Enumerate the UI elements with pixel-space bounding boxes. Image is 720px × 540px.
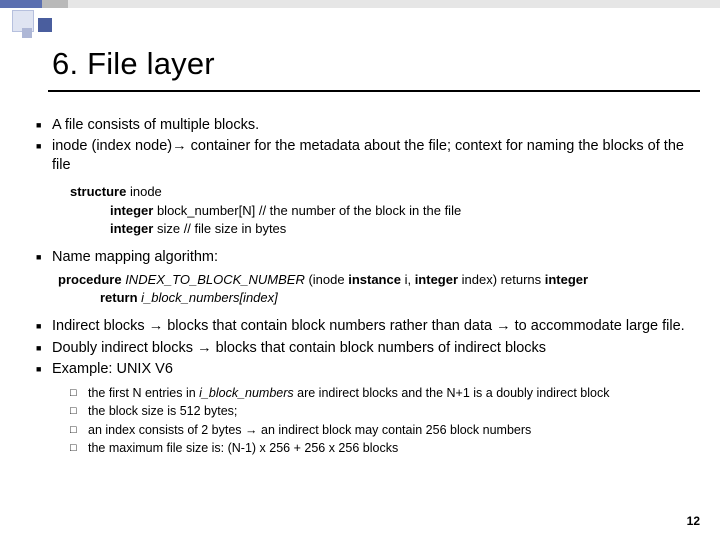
bullet-square-icon: ■ [36,317,52,336]
bullet-text: Example: UNIX V6 [52,360,696,379]
arrow-icon: → [149,318,164,334]
bullet-item: ■ Name mapping algorithm: [36,248,696,267]
bullet-text: Indirect blocks → blocks that contain bl… [52,317,696,336]
title-underline [48,90,700,92]
bullet-hollow-square-icon: □ [70,403,88,420]
keyword: integer [545,272,588,287]
slide-title: 6. File layer [52,46,215,82]
text-frag: (inode [308,272,348,287]
deco-square-mid [22,28,32,38]
slide: 6. File layer ■ A file consists of multi… [0,0,720,540]
accent-seg-grey [42,0,68,8]
corner-decoration-icon [0,8,72,44]
bullet-item: ■ Doubly indirect blocks → blocks that c… [36,339,696,358]
sub-bullet-text: the maximum file size is: (N-1) x 256 + … [88,440,696,457]
arrow-icon: → [172,138,187,154]
arrow-icon: → [496,318,511,334]
slide-body: ■ A file consists of multiple blocks. ■ … [36,116,696,459]
code-line: return i_block_numbers[index] [58,289,696,307]
top-accent-bar [0,0,720,8]
keyword: return [100,290,138,305]
arrow-icon: → [245,423,258,437]
code-line: integer block_number[N] // the number of… [70,202,696,220]
bullet-square-icon: ■ [36,339,52,358]
accent-seg-light [68,0,720,8]
page-number: 12 [687,514,700,528]
accent-seg-blue [0,0,42,8]
bullet-square-icon: ■ [36,116,52,135]
code-block-structure: structure inode integer block_number[N] … [70,183,696,238]
text-frag: to accommodate large file. [511,318,685,334]
code-block-procedure: procedure INDEX_TO_BLOCK_NUMBER (inode i… [58,271,696,307]
text-frag: block_number[N] [153,203,259,218]
text-frag: blocks that contain block numbers rather… [163,318,496,334]
code-line: procedure INDEX_TO_BLOCK_NUMBER (inode i… [58,271,696,289]
comment: // file size in bytes [184,221,287,236]
sub-bullet-item: □ the maximum file size is: (N-1) x 256 … [70,440,696,457]
text-frag: inode (index node) [52,138,172,154]
sub-bullet-text: an index consists of 2 bytes → an indire… [88,422,696,439]
bullet-item: ■ inode (index node)→ container for the … [36,137,696,175]
bullet-hollow-square-icon: □ [70,422,88,439]
bullet-square-icon: ■ [36,360,52,379]
bullet-item: ■ A file consists of multiple blocks. [36,116,696,135]
sub-bullet-item: □ the first N entries in i_block_numbers… [70,385,696,402]
keyword: integer [110,203,153,218]
text-frag: are indirect blocks and the N+1 is a dou… [294,386,610,400]
text-frag: index) returns [458,272,545,287]
bullet-item: ■ Example: UNIX V6 [36,360,696,379]
keyword: structure [70,184,126,199]
text-frag: i_block_numbers[index] [138,290,278,305]
code-line: integer size // file size in bytes [70,220,696,238]
sub-bullet-text: the first N entries in i_block_numbers a… [88,385,696,402]
bullet-text: inode (index node)→ container for the me… [52,137,696,175]
bullet-hollow-square-icon: □ [70,440,88,457]
bullet-hollow-square-icon: □ [70,385,88,402]
bullet-square-icon: ■ [36,248,52,267]
keyword: instance [348,272,401,287]
sub-bullet-text: the block size is 512 bytes; [88,403,696,420]
text-frag: blocks that contain block numbers of ind… [212,340,546,356]
keyword: integer [415,272,458,287]
text-frag: Doubly indirect blocks [52,340,197,356]
bullet-item: ■ Indirect blocks → blocks that contain … [36,317,696,336]
sub-bullet-item: □ the block size is 512 bytes; [70,403,696,420]
text-frag: the first N entries in [88,386,199,400]
text-frag: an indirect block may contain 256 block … [258,423,532,437]
bullet-text: A file consists of multiple blocks. [52,116,696,135]
code-line: structure inode [70,183,696,201]
text-frag: i_block_numbers [199,386,294,400]
proc-name: INDEX_TO_BLOCK_NUMBER [122,272,309,287]
sub-bullet-list: □ the first N entries in i_block_numbers… [70,385,696,457]
text-frag: an index consists of 2 bytes [88,423,245,437]
text-frag: inode [126,184,161,199]
text-frag: Indirect blocks [52,318,149,334]
bullet-text: Name mapping algorithm: [52,248,696,267]
text-frag: i, [401,272,415,287]
arrow-icon: → [197,340,212,356]
sub-bullet-item: □ an index consists of 2 bytes → an indi… [70,422,696,439]
bullet-text: Doubly indirect blocks → blocks that con… [52,339,696,358]
deco-square-dark [38,18,52,32]
comment: // the number of the block in the file [259,203,461,218]
text-frag: size [153,221,183,236]
keyword: procedure [58,272,122,287]
keyword: integer [110,221,153,236]
bullet-square-icon: ■ [36,137,52,175]
